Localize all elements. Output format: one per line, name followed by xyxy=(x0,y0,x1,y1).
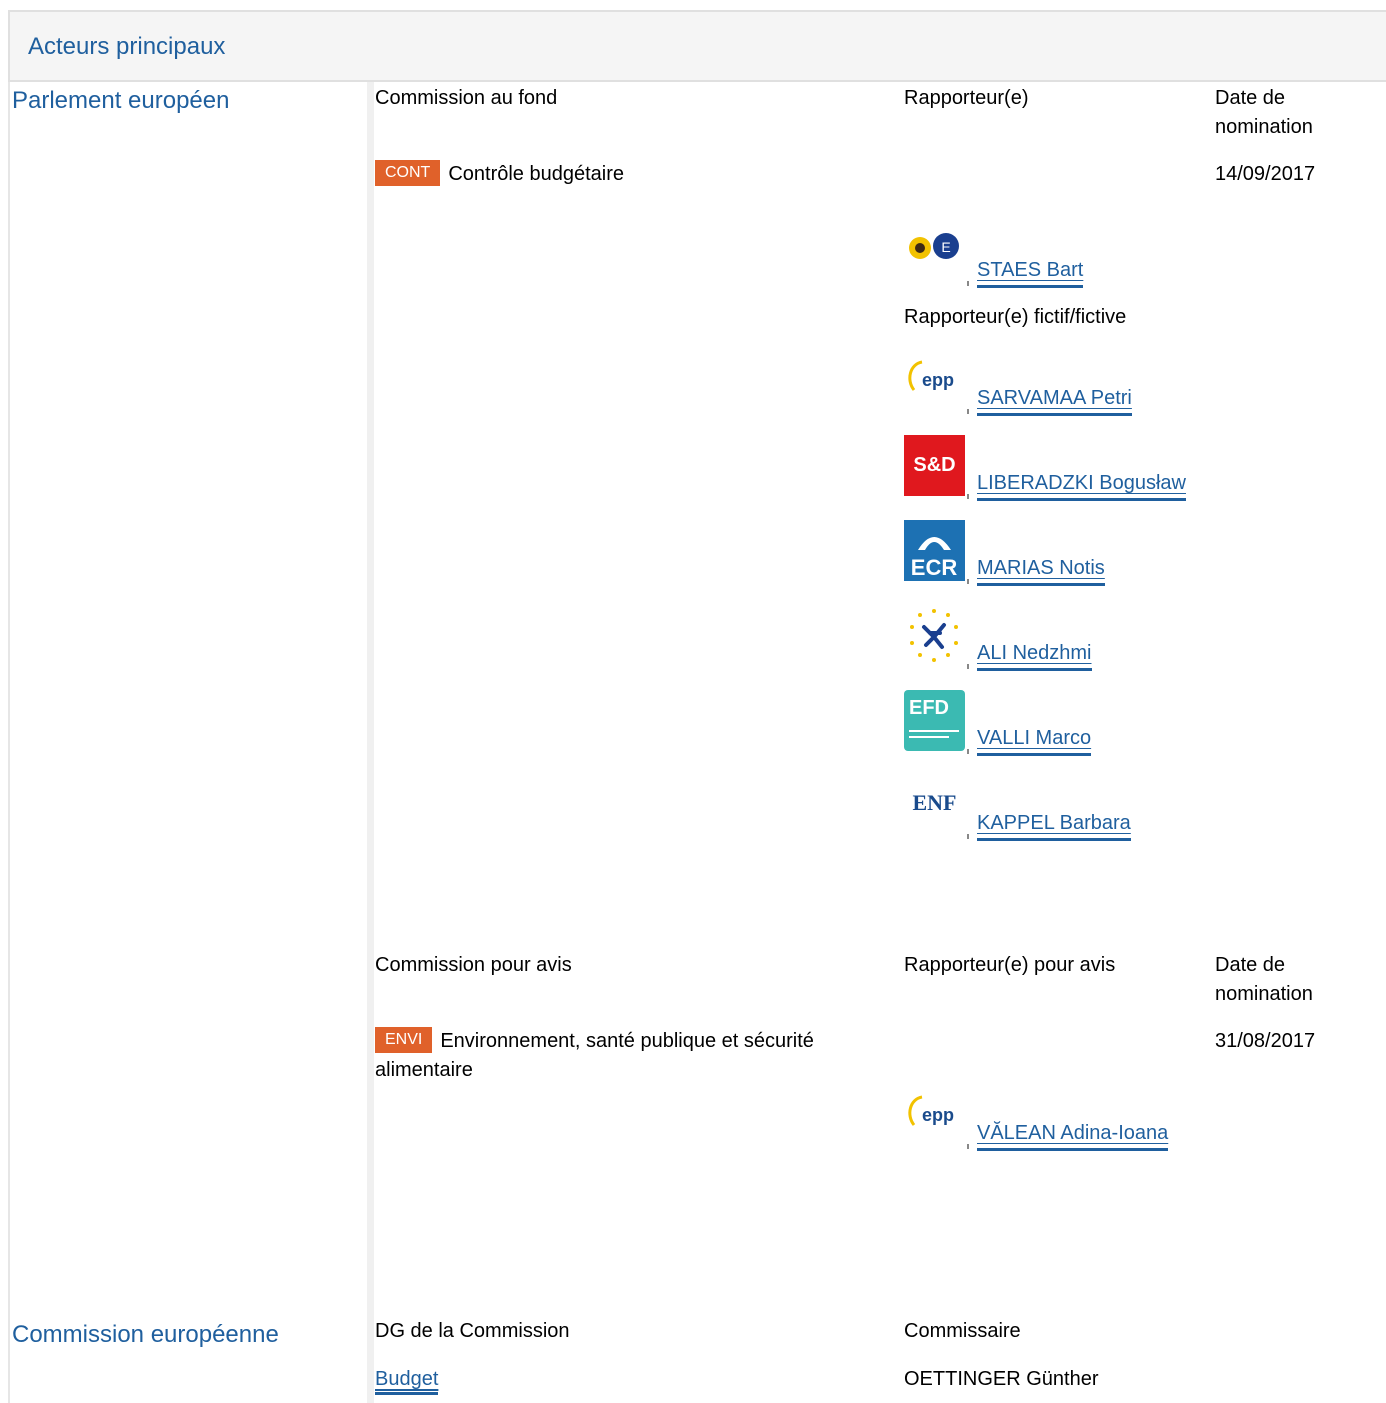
commission-title: Commission européenne xyxy=(12,1321,279,1348)
greens-efa-logo-icon: E xyxy=(904,222,965,283)
commissioner-header: Commissaire xyxy=(904,1320,1021,1342)
column-separator xyxy=(367,82,374,1403)
shadow-rapporteur-link[interactable]: SARVAMAA Petri xyxy=(977,385,1132,416)
separator-tick xyxy=(967,494,969,499)
epp-logo-icon: epp xyxy=(904,350,965,411)
separator-tick xyxy=(967,579,969,584)
opinion-date-header: Date de nomination xyxy=(1215,954,1313,1005)
rapporteur-link[interactable]: STAES Bart xyxy=(977,257,1084,288)
parliament-title: Parlement européen xyxy=(12,87,230,114)
opinion-committee-header: Commission pour avis xyxy=(375,954,572,976)
opinion-committee-row: ENVI Environnement, santé publique et séc… xyxy=(375,1027,875,1085)
committee-badge-cont: CONT xyxy=(375,160,441,186)
separator-tick xyxy=(967,281,969,286)
dg-header: DG de la Commission xyxy=(375,1320,570,1342)
commissioner-name: OETTINGER Günther xyxy=(904,1368,1099,1390)
separator-tick xyxy=(967,409,969,414)
shadow-rapporteur-link[interactable]: ALI Nedzhmi xyxy=(977,640,1092,671)
svg-text:epp: epp xyxy=(922,370,954,390)
section-title: Acteurs principaux xyxy=(28,33,226,60)
section-header: Acteurs principaux xyxy=(8,10,1386,82)
separator-tick xyxy=(967,1144,969,1149)
lead-rapporteur-header: Rapporteur(e) xyxy=(904,87,1029,109)
efdd-logo-text: EFD xyxy=(909,697,949,719)
separator-tick xyxy=(967,749,969,754)
dg-budget-link[interactable]: Budget xyxy=(375,1368,439,1395)
ecr-logo-icon: ECR xyxy=(904,520,965,581)
shadow-rapporteur-link[interactable]: KAPPEL Barbara xyxy=(977,810,1131,841)
lead-date-header: Date de nomination xyxy=(1215,87,1313,138)
lead-committee-row: CONT Contrôle budgétaire xyxy=(375,160,624,189)
committee-badge-envi: ENVI xyxy=(375,1027,433,1053)
opinion-date: 31/08/2017 xyxy=(1215,1030,1316,1052)
epp-logo-icon: epp xyxy=(904,1085,965,1146)
lead-date: 14/09/2017 xyxy=(1215,163,1316,185)
separator-tick xyxy=(967,664,969,669)
opinion-rapporteur-link[interactable]: VĂLEAN Adina-Ioana xyxy=(977,1120,1169,1151)
shadow-rapporteur-link[interactable]: VALLI Marco xyxy=(977,725,1092,756)
separator-tick xyxy=(967,834,969,839)
lead-committee-header: Commission au fond xyxy=(375,87,558,109)
shadow-rapporteur-link[interactable]: LIBERADZKI Bogusław xyxy=(977,470,1186,501)
efdd-logo-icon: EFD xyxy=(904,690,965,751)
shadow-rapporteur-label: Rapporteur(e) fictif/fictive xyxy=(904,306,1127,328)
lead-committee-name: Contrôle budgétaire xyxy=(448,163,625,185)
svg-text:epp: epp xyxy=(922,1105,954,1125)
s-and-d-logo-icon: S&D xyxy=(904,435,965,496)
enf-logo-icon: ENF xyxy=(904,775,965,836)
alde-logo-icon xyxy=(904,605,965,666)
dg-row: Budget xyxy=(375,1365,439,1395)
opinion-committee-name: Environnement, santé publique et sécurit… xyxy=(375,1030,814,1081)
svg-text:E: E xyxy=(941,239,950,255)
left-border xyxy=(8,82,10,1403)
shadow-rapporteur-link[interactable]: MARIAS Notis xyxy=(977,555,1105,586)
ecr-logo-text: ECR xyxy=(911,555,958,580)
opinion-rapporteur-header: Rapporteur(e) pour avis xyxy=(904,954,1116,976)
